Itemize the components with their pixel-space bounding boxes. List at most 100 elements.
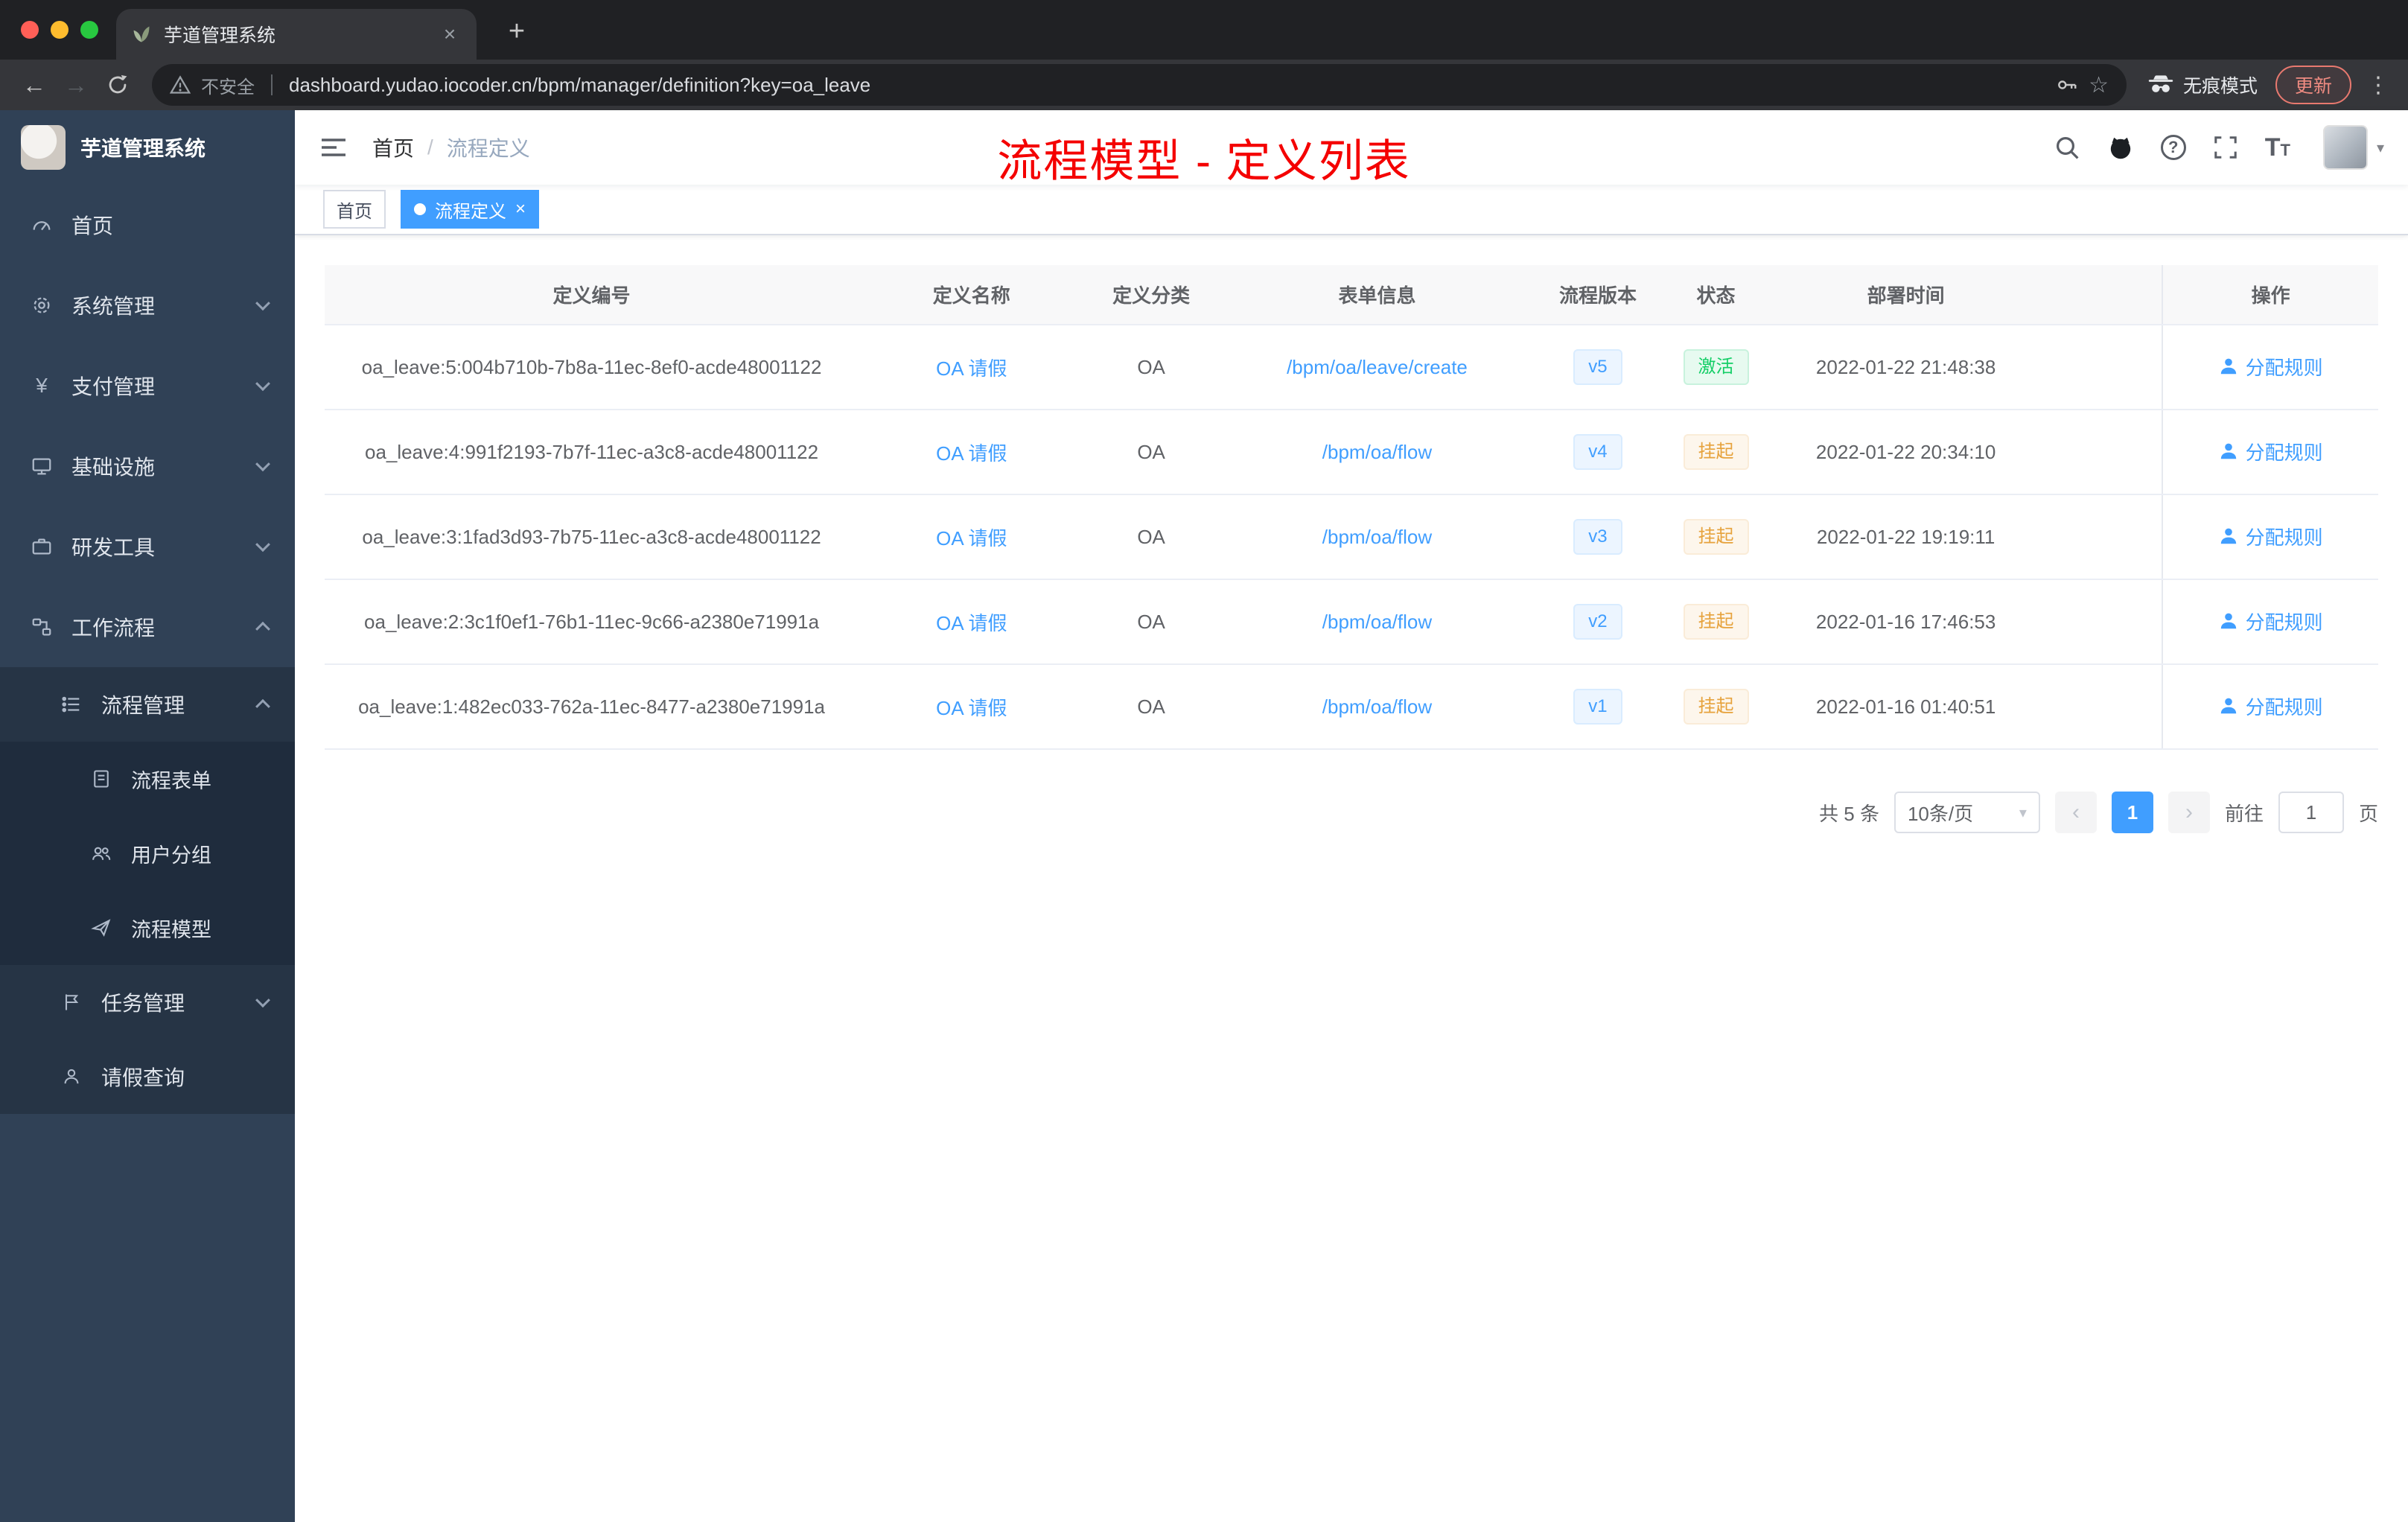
goto-page-input[interactable] (2278, 792, 2344, 833)
definition-name-link[interactable]: OA 请假 (936, 612, 1007, 634)
cell-category: OA (1084, 664, 1218, 750)
assign-rule-link[interactable]: 分配规则 (2219, 692, 2323, 720)
browser-update-button[interactable]: 更新 (2275, 66, 2351, 104)
column-filler (2039, 265, 2163, 325)
form-info-link[interactable]: /bpm/oa/flow (1322, 695, 1432, 718)
sidebar-item-user-group[interactable]: 用户分组 (0, 816, 295, 891)
page-size-select[interactable]: 10条/页 ▾ (1893, 792, 2040, 833)
sidebar-item-label: 支付管理 (71, 375, 156, 398)
forward-button[interactable]: → (57, 66, 95, 104)
sidebar-item-devtools[interactable]: 研发工具 (0, 506, 295, 587)
column-action: 操作 (2162, 265, 2378, 325)
window-minimize-button[interactable] (51, 21, 69, 39)
column-definition-name: 定义名称 (859, 265, 1085, 325)
cell-deploy-time: 2022-01-22 19:19:11 (1772, 494, 2039, 580)
window-close-button[interactable] (21, 21, 39, 39)
question-icon[interactable]: ? (2160, 135, 2186, 160)
sidebar-item-process-model[interactable]: 流程模型 (0, 891, 295, 965)
form-info-link[interactable]: /bpm/oa/flow (1322, 441, 1432, 463)
sidebar-item-payment[interactable]: ¥ 支付管理 (0, 346, 295, 426)
definition-name-link[interactable]: OA 请假 (936, 697, 1007, 719)
monitor-icon (30, 455, 54, 477)
security-warning-icon[interactable] (170, 74, 191, 95)
list-icon (60, 693, 83, 716)
workflow-icon (30, 616, 54, 638)
url-text[interactable]: dashboard.yudao.iocoder.cn/bpm/manager/d… (289, 74, 2045, 97)
window-zoom-button[interactable] (80, 21, 98, 39)
definition-name-link[interactable]: OA 请假 (936, 357, 1007, 380)
sidebar-item-infrastructure[interactable]: 基础设施 (0, 426, 295, 506)
security-label[interactable]: 不安全 (201, 72, 255, 98)
cell-definition-id: oa_leave:2:3c1f0ef1-76b1-11ec-9c66-a2380… (325, 579, 859, 665)
flag-icon (60, 992, 83, 1013)
cell-category: OA (1084, 579, 1218, 665)
tag-process-definition[interactable]: 流程定义 × (401, 190, 540, 229)
sidebar-item-workflow[interactable]: 工作流程 (0, 587, 295, 667)
sidebar-item-process-management[interactable]: 流程管理 (0, 667, 295, 742)
version-tag: v2 (1573, 604, 1622, 640)
fullscreen-icon[interactable] (2213, 135, 2238, 160)
prev-page-button[interactable]: ‹ (2054, 792, 2097, 833)
tag-home[interactable]: 首页 (323, 190, 386, 229)
main-area: 首页 / 流程定义 ? TT ▾ 流程模型 - 定义列表 首页 流程定义 × 定… (295, 110, 2408, 1522)
assign-rule-link[interactable]: 分配规则 (2219, 438, 2323, 465)
tag-close-icon[interactable]: × (515, 200, 526, 218)
assign-rule-link[interactable]: 分配规则 (2219, 523, 2323, 550)
cell-deploy-time: 2022-01-16 17:46:53 (1772, 579, 2039, 665)
next-page-button[interactable]: › (2167, 792, 2210, 833)
page-number-button[interactable]: 1 (2111, 792, 2153, 833)
sidebar-toggle-icon[interactable] (307, 121, 360, 174)
caret-down-icon: ▾ (2019, 804, 2027, 821)
definition-name-link[interactable]: OA 请假 (936, 442, 1007, 465)
form-info-link[interactable]: /bpm/oa/flow (1322, 526, 1432, 548)
user-icon (2220, 613, 2236, 629)
font-size-icon[interactable]: TT (2265, 135, 2290, 160)
breadcrumb: 首页 / 流程定义 (372, 133, 530, 162)
github-icon[interactable] (2107, 134, 2134, 161)
paper-plane-icon (89, 917, 113, 938)
incognito-label: 无痕模式 (2182, 76, 2258, 97)
sidebar-logo[interactable]: 芋道管理系统 (0, 110, 295, 185)
chevron-down-icon (255, 296, 270, 311)
cell-definition-id: oa_leave:5:004b710b-7b8a-11ec-8ef0-acde4… (325, 325, 859, 410)
user-avatar[interactable] (2322, 125, 2368, 170)
assign-rule-link[interactable]: 分配规则 (2219, 353, 2323, 380)
sidebar-item-system[interactable]: 系统管理 (0, 265, 295, 346)
user-menu[interactable]: ▾ (2322, 125, 2384, 170)
tab-close-icon[interactable]: × (438, 22, 462, 46)
sidebar-item-home[interactable]: 首页 (0, 185, 295, 265)
definition-name-link[interactable]: OA 请假 (936, 527, 1007, 550)
sidebar-item-process-form[interactable]: 流程表单 (0, 742, 295, 816)
browser-tab[interactable]: 芋道管理系统 × (116, 9, 477, 60)
sidebar-item-label: 首页 (71, 214, 114, 238)
back-button[interactable]: ← (15, 66, 54, 104)
browser-menu-icon[interactable]: ⋮ (2363, 72, 2393, 98)
sidebar-item-leave-query[interactable]: 请假查询 (0, 1039, 295, 1114)
omnibox-divider (271, 74, 273, 95)
form-info-link[interactable]: /bpm/oa/flow (1322, 611, 1432, 633)
user-icon (2220, 528, 2236, 544)
table-row: oa_leave:4:991f2193-7b7f-11ec-a3c8-acde4… (325, 410, 2378, 495)
url-bar[interactable]: 不安全 dashboard.yudao.iocoder.cn/bpm/manag… (152, 64, 2127, 106)
column-definition-id: 定义编号 (325, 265, 859, 325)
reload-button[interactable] (98, 66, 137, 104)
cell-definition-id: oa_leave:4:991f2193-7b7f-11ec-a3c8-acde4… (325, 410, 859, 495)
active-dot (414, 203, 426, 215)
navbar-actions: ? TT ▾ (2054, 125, 2384, 170)
password-key-icon[interactable] (2056, 74, 2078, 96)
form-info-link[interactable]: /bpm/oa/leave/create (1287, 356, 1468, 378)
column-form-info: 表单信息 (1217, 265, 1537, 325)
cell-definition-id: oa_leave:3:1fad3d93-7b75-11ec-a3c8-acde4… (325, 494, 859, 580)
status-tag: 挂起 (1683, 434, 1749, 470)
tag-label: 流程定义 (435, 201, 506, 222)
bookmark-star-icon[interactable]: ☆ (2089, 72, 2109, 98)
caret-down-icon: ▾ (2376, 139, 2384, 156)
assign-rule-link[interactable]: 分配规则 (2219, 608, 2323, 635)
search-icon[interactable] (2054, 134, 2080, 161)
breadcrumb-current: 流程定义 (446, 137, 530, 160)
new-tab-button[interactable]: + (497, 13, 536, 52)
sidebar: 芋道管理系统 首页 系统管理 ¥ 支付管理 基础设施 研发工具 工作流程 流程管… (0, 110, 295, 1522)
table-row: oa_leave:2:3c1f0ef1-76b1-11ec-9c66-a2380… (325, 579, 2378, 665)
breadcrumb-home[interactable]: 首页 (372, 133, 414, 162)
sidebar-item-task-management[interactable]: 任务管理 (0, 965, 295, 1039)
